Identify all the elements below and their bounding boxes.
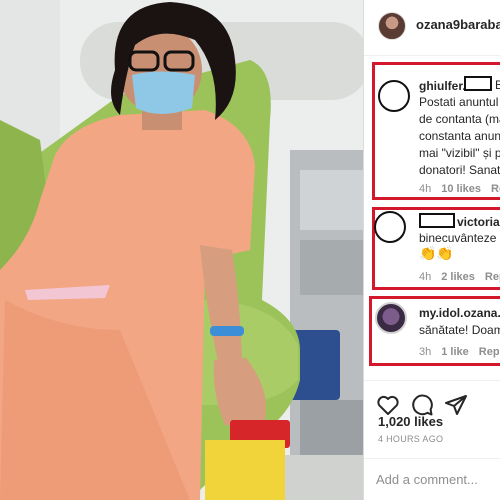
comment-likes[interactable]: 1 like — [441, 346, 469, 358]
comment-meta: 4h 2 likes Reply — [419, 271, 500, 283]
redaction-box — [419, 213, 455, 228]
comment-item: victoria binecuvânteze 👏👏 4h2 likesReply — [364, 207, 500, 292]
comment-username[interactable]: my.idol.ozana.b — [419, 306, 500, 320]
comment-time: 3h — [419, 346, 432, 358]
post-side-panel: ozana9baraban ghiulfer. B Postati anuntu… — [363, 0, 500, 500]
commenter-avatar[interactable] — [375, 302, 407, 334]
post-header: ozana9baraban — [364, 0, 500, 56]
comment-text: B — [495, 77, 500, 94]
add-comment-bar — [364, 458, 500, 500]
comment-text: sănătate! Doam — [419, 323, 500, 337]
comment-item: my.idol.ozana.b sănătate! Doam 3h 1 like R… — [364, 296, 500, 368]
reply-button[interactable]: Reply — [485, 271, 500, 283]
donation-photo-illustration — [0, 0, 363, 500]
paper-plane-icon[interactable] — [444, 393, 468, 417]
comment-text: constanta anun — [419, 129, 500, 143]
reply-button[interactable]: Reply — [491, 183, 500, 195]
author-username[interactable]: ozana9baraban — [416, 17, 500, 32]
comment-username[interactable]: ghiulfer. — [419, 79, 466, 93]
post-timestamp: 4 HOURS AGO — [378, 434, 444, 444]
comment-likes[interactable]: 10 likes — [441, 183, 481, 195]
comment-time: 4h — [419, 183, 432, 195]
comment-emoji: 👏👏 — [419, 245, 454, 261]
reply-button[interactable]: Reply — [479, 346, 500, 358]
comment-meta: 3h 1 like Reply — [419, 346, 500, 358]
comment-likes[interactable]: 2 likes — [441, 271, 475, 283]
comment-time: 4h — [419, 271, 432, 283]
comment-text: de contanta (ma — [419, 112, 500, 126]
likes-count[interactable]: 1,020 likes — [378, 414, 443, 429]
post-photo[interactable] — [0, 0, 363, 500]
commenter-avatar[interactable] — [378, 80, 410, 112]
comment-meta: 4h 10 likes Reply — [419, 183, 500, 195]
comment-text: donatori! Sanat — [419, 163, 500, 177]
comment-item: ghiulfer. B Postati anuntul de contanta … — [364, 62, 500, 202]
comment-username[interactable]: victoria — [457, 215, 500, 229]
redaction-box — [464, 76, 492, 91]
add-comment-input[interactable] — [376, 472, 498, 487]
comment-text: mai "vizibil" și p — [419, 146, 500, 160]
author-avatar[interactable] — [378, 12, 406, 40]
commenter-avatar[interactable] — [374, 211, 406, 243]
comment-text: Postati anuntul — [419, 95, 499, 109]
